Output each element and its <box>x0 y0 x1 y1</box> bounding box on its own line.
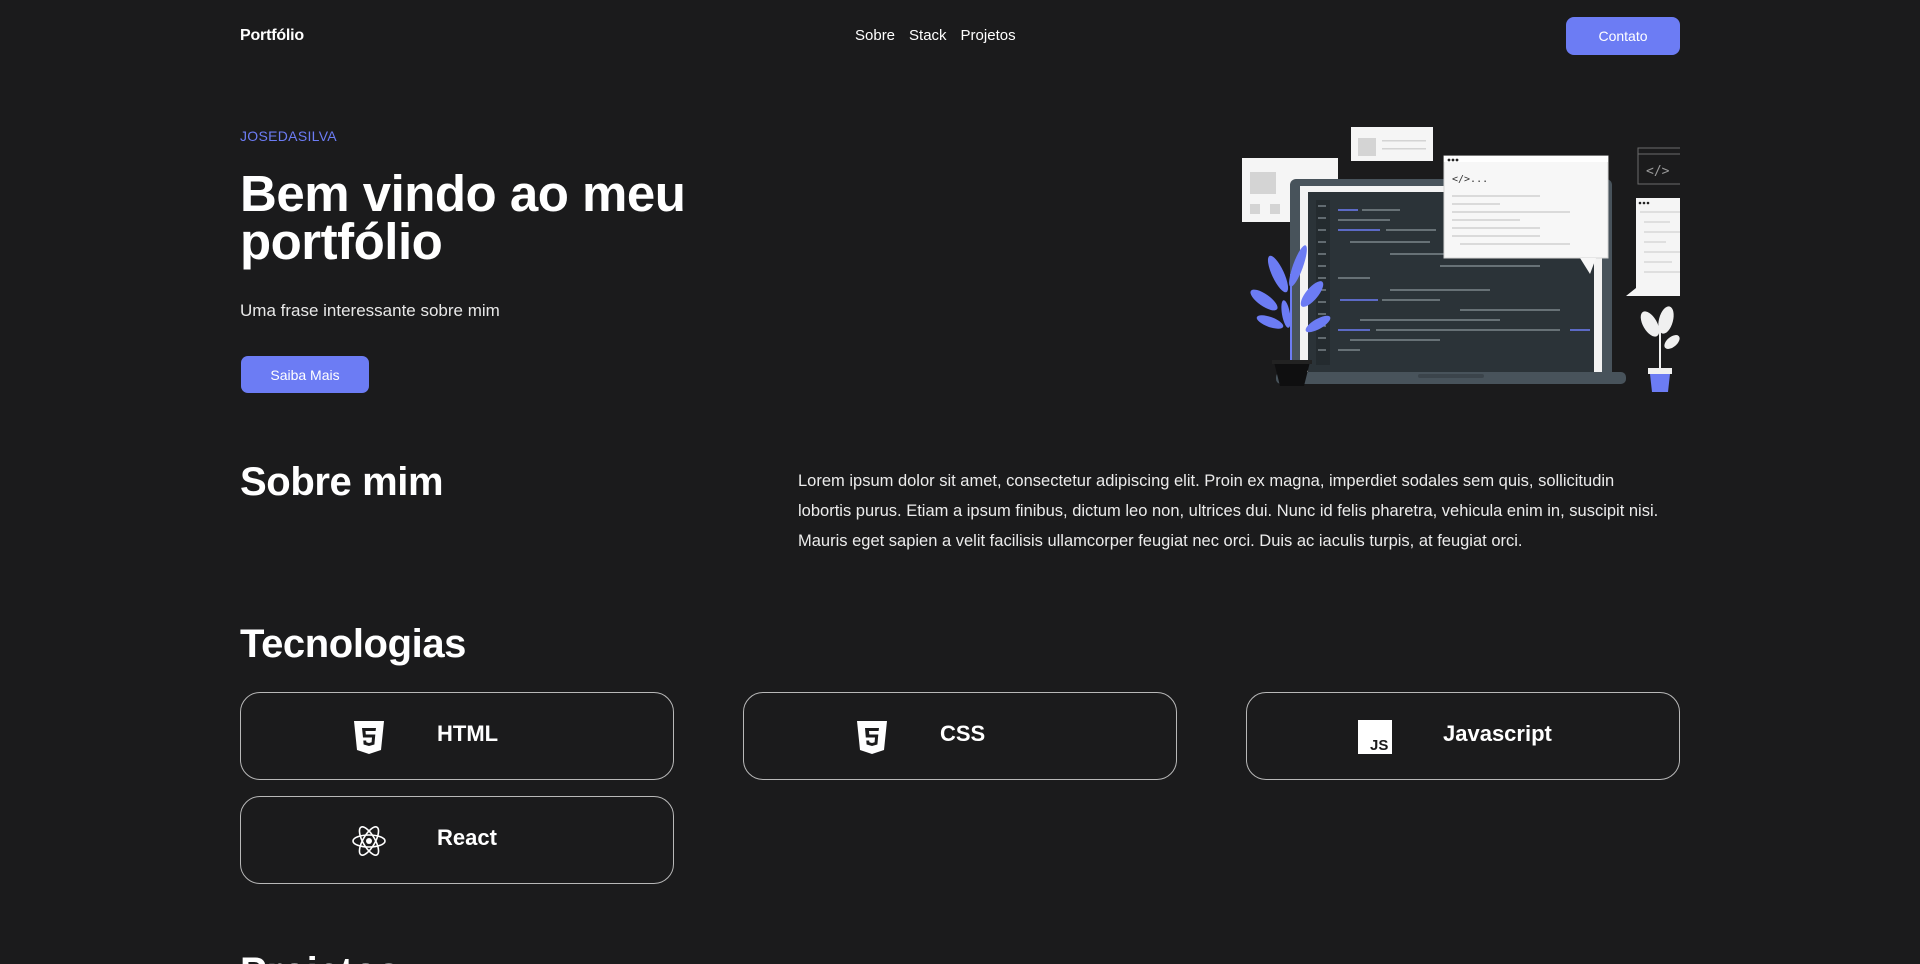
side-window-right <box>1626 198 1680 296</box>
tech-card-css[interactable]: CSS <box>743 692 1177 780</box>
javascript-icon: JS <box>1358 720 1392 754</box>
page: Portfólio Sobre Stack Projetos Contato J… <box>240 0 1680 964</box>
tech-title: Tecnologias <box>240 622 467 666</box>
svg-text:JS: JS <box>1370 737 1388 754</box>
nav-link-projetos[interactable]: Projetos <box>961 27 1016 44</box>
top-nav: Portfólio Sobre Stack Projetos Contato <box>240 17 1680 55</box>
react-icon <box>352 826 386 856</box>
nav-link-stack[interactable]: Stack <box>909 27 947 44</box>
svg-text:</>...: </>... <box>1452 174 1488 185</box>
floating-window-top <box>1351 127 1433 161</box>
logo[interactable]: Portfólio <box>240 27 304 45</box>
html5-icon <box>354 721 384 754</box>
projects-title: Projetos <box>240 950 400 964</box>
code-window: </>... <box>1443 155 1609 274</box>
hero-title: Bem vindo ao meu portfólio <box>240 165 686 270</box>
contact-button[interactable]: Contato <box>1566 17 1680 55</box>
nav-link-sobre[interactable]: Sobre <box>855 27 895 44</box>
tech-name: CSS <box>940 721 986 746</box>
tech-card-react[interactable]: React <box>240 796 674 884</box>
about-title: Sobre mim <box>240 460 444 504</box>
learn-more-button[interactable]: Saiba Mais <box>241 356 369 393</box>
hero-kicker: JOSEDASILVA <box>240 128 337 144</box>
hero-subtitle: Uma frase interessante sobre mim <box>240 301 500 320</box>
tech-name: React <box>437 825 497 850</box>
tech-name: HTML <box>437 721 499 746</box>
tech-card-javascript[interactable]: JS Javascript <box>1246 692 1680 780</box>
tech-name: Javascript <box>1443 721 1552 746</box>
tech-card-html[interactable]: HTML <box>240 692 674 780</box>
about-text: Lorem ipsum dolor sit amet, consectetur … <box>798 472 1659 550</box>
css3-icon <box>857 721 887 754</box>
svg-text:</>: </> <box>1646 164 1670 179</box>
nav-links: Sobre Stack Projetos <box>855 27 1016 44</box>
plant-right <box>1640 306 1680 392</box>
coding-laptop-illustration: </>... </> <box>1242 127 1680 392</box>
code-brackets-icon: </> <box>1637 147 1680 185</box>
